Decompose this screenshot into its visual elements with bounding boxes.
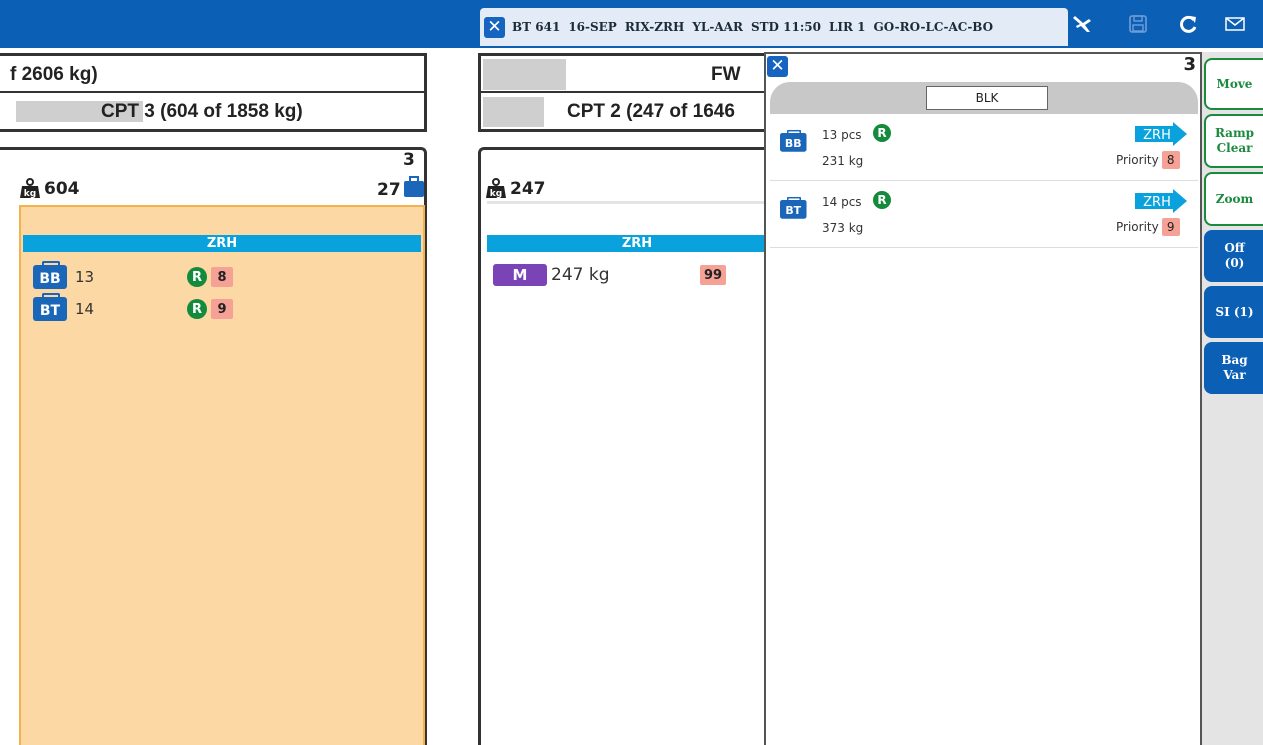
destination-arrow-icon: ZRH (1135, 122, 1187, 150)
scheduled-departure: STD 11:50 (750, 20, 821, 34)
lir-number: LIR 1 (828, 20, 866, 34)
priority-badge: 9 (211, 299, 233, 319)
bag-item-count: 13 (75, 268, 95, 286)
weight-kg-icon: kg (485, 178, 507, 199)
destination-arrow-icon: ZRH (1135, 189, 1187, 217)
flight-route: RIX-ZRH (624, 20, 685, 34)
mail-item-row[interactable]: M 247 kg 99 (493, 264, 727, 286)
bag-type-bb-badge: BB (33, 261, 67, 289)
rush-badge: R (187, 267, 207, 287)
priority-badge: 8 (1161, 151, 1180, 169)
hold-summary-title: f 2606 kg) (10, 64, 98, 85)
detail-header: BLK (770, 82, 1198, 114)
bag-item-row[interactable]: BT 14 R 9 (33, 293, 233, 321)
save-icon[interactable] (1125, 12, 1151, 36)
offload-button[interactable]: Off (0) (1204, 230, 1263, 282)
compartment-weight: kg 247 (485, 178, 546, 199)
priority-badge: 8 (211, 267, 233, 287)
compartment-weight-value: 604 (44, 178, 80, 199)
priority-label: Priority (1116, 153, 1159, 167)
hold-summary-box: f 2606 kg) (0, 53, 427, 92)
zoom-button[interactable]: Zoom (1204, 172, 1263, 226)
compartment-load-bar (483, 97, 544, 127)
bag-count-value: 27 (377, 179, 401, 200)
refresh-icon[interactable] (1175, 12, 1201, 36)
destination-band: ZRH (487, 235, 787, 252)
bag-type-bt-badge: BT (780, 196, 807, 219)
detail-row[interactable]: BT 14 pcs R 373 kg ZRH Priority 9 (770, 181, 1198, 248)
hold-summary-title-fwd: FW (711, 64, 741, 85)
uld-detail-panel: ✕ 3 BLK BB 13 pcs R 231 kg ZRH Priority … (764, 52, 1202, 745)
detail-count: 3 (1183, 54, 1196, 75)
compartment-card-cpt2[interactable]: kg 247 ZRH M 247 kg 99 (478, 147, 787, 745)
compartment-box-cpt2[interactable]: CPT 2 (247 of 1646 (478, 92, 778, 132)
svg-text:kg: kg (24, 189, 36, 199)
load-control-screen: ✕ BT 641 16-SEP RIX-ZRH YL-AAR STD 11:50… (0, 0, 1263, 745)
hold-summary-box-fwd: FW (478, 53, 778, 92)
piece-count: 13 pcs (822, 128, 862, 142)
divider (487, 201, 777, 204)
rush-badge: R (873, 191, 891, 209)
svg-text:kg: kg (490, 189, 502, 199)
destination-band: ZRH (23, 235, 421, 252)
compartment-title: CPT 3 (604 of 1858 kg) (101, 101, 303, 122)
flight-number: BT 641 (512, 20, 561, 34)
bag-type-bb-badge: BB (780, 129, 807, 152)
destination-label: ZRH (1143, 195, 1171, 210)
rush-badge: R (873, 124, 891, 142)
flight-info-tab[interactable]: ✕ BT 641 16-SEP RIX-ZRH YL-AAR STD 11:50… (480, 8, 1068, 46)
row-priority: Priority 9 (1116, 218, 1180, 236)
suitcase-icon (403, 176, 425, 203)
priority-badge: 99 (700, 265, 727, 285)
mail-item-weight: 247 kg (551, 265, 610, 285)
mail-icon[interactable] (1222, 12, 1248, 36)
mail-type-badge: M (493, 264, 547, 286)
status-flags: GO-RO-LC-AC-BO (873, 20, 994, 34)
compartment-box-cpt3[interactable]: CPT 3 (604 of 1858 kg) (0, 92, 427, 132)
compartment-weight: kg 604 (19, 178, 80, 199)
bag-type-bt-badge: BT (33, 293, 67, 321)
piece-count: 14 pcs (822, 195, 862, 209)
aircraft-registration: YL-AAR (692, 20, 743, 34)
rush-badge: R (187, 299, 207, 319)
row-priority: Priority 8 (1116, 151, 1180, 169)
detail-row[interactable]: BB 13 pcs R 231 kg ZRH Priority 8 (770, 114, 1198, 181)
flight-date: 16-SEP (568, 20, 617, 34)
weight-kg-icon: kg (19, 178, 41, 199)
row-weight: 231 kg (822, 154, 864, 168)
action-column: Move Ramp Clear Zoom Off (0) SI (1) Bag … (1202, 52, 1263, 745)
special-info-button[interactable]: SI (1) (1204, 286, 1263, 338)
uld-container[interactable]: ZRH BB 13 R 8 BT 14 R 9 (19, 205, 425, 745)
close-detail-icon[interactable]: ✕ (767, 56, 788, 77)
priority-label: Priority (1116, 220, 1159, 234)
uld-count: 3 (403, 150, 415, 170)
priority-badge: 9 (1161, 218, 1180, 236)
compartment-weight-value: 247 (510, 178, 546, 199)
bag-item-row[interactable]: BB 13 R 8 (33, 261, 233, 289)
move-button[interactable]: Move (1204, 58, 1263, 110)
close-flight-icon[interactable]: ✕ (484, 16, 505, 38)
hold-load-bar (483, 59, 566, 90)
compartment-title: CPT 2 (247 of 1646 (567, 101, 735, 122)
row-weight: 373 kg (822, 221, 864, 235)
airplane-depart-icon[interactable] (1070, 12, 1096, 36)
ramp-clear-button[interactable]: Ramp Clear (1204, 114, 1263, 168)
bag-var-button[interactable]: Bag Var (1204, 342, 1263, 394)
uld-label-field[interactable]: BLK (926, 86, 1048, 110)
compartment-card-cpt3[interactable]: kg 604 3 27 ZRH BB 13 R 8 BT 14 R 9 (0, 147, 427, 745)
bag-count: 27 (377, 176, 425, 203)
destination-label: ZRH (1143, 128, 1171, 143)
bag-item-count: 14 (75, 300, 95, 318)
